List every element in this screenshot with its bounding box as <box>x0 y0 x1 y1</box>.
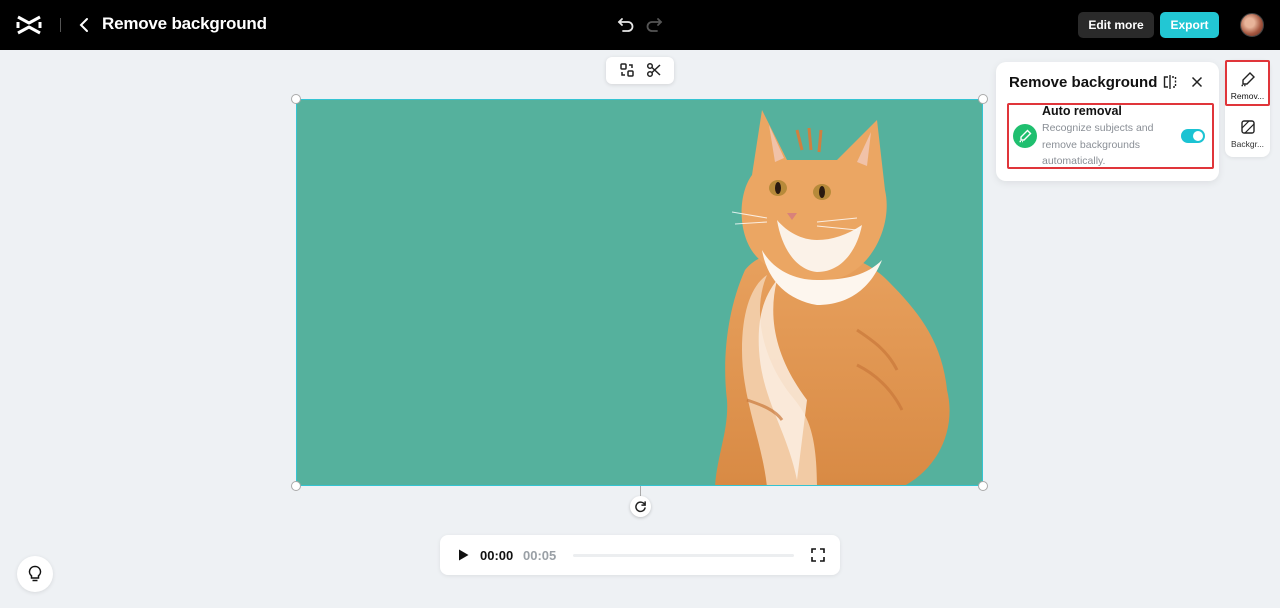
eraser-icon <box>1241 72 1255 87</box>
auto-removal-description: Recognize subjects and remove background… <box>1042 122 1154 167</box>
close-icon[interactable] <box>1189 74 1205 90</box>
undo-icon[interactable] <box>616 14 636 34</box>
rail-item-label: Remov... <box>1230 91 1265 101</box>
auto-removal-toggle[interactable] <box>1181 129 1205 143</box>
replace-icon[interactable] <box>619 62 635 78</box>
rotate-icon <box>635 501 646 513</box>
tips-button[interactable] <box>17 556 53 592</box>
auto-removal-title: Auto removal <box>1042 104 1122 118</box>
redo-icon[interactable] <box>644 14 664 34</box>
rail-item-label: Backgr... <box>1230 139 1265 149</box>
background-icon <box>1240 120 1255 134</box>
page-title: Remove background <box>102 14 267 33</box>
current-time: 00:00 <box>480 548 514 563</box>
avatar[interactable] <box>1240 13 1264 37</box>
playback-bar: 00:00 00:05 <box>440 535 840 575</box>
lightbulb-icon <box>28 565 42 582</box>
divider <box>60 18 61 32</box>
resize-handle-bottom-right[interactable] <box>978 481 988 491</box>
resize-handle-bottom-left[interactable] <box>291 481 301 491</box>
video-canvas[interactable] <box>296 99 983 486</box>
top-bar: Remove background Edit more Export <box>0 0 1280 50</box>
resize-handle-top-right[interactable] <box>978 94 988 104</box>
rail-item-background[interactable]: Backgr... <box>1225 110 1270 156</box>
progress-track[interactable] <box>573 554 794 557</box>
right-tool-rail: Remov... Backgr... <box>1225 60 1270 157</box>
compare-icon[interactable] <box>1162 74 1178 90</box>
play-icon[interactable] <box>456 548 470 562</box>
cat-subject-image <box>715 110 950 485</box>
scissors-icon[interactable] <box>646 62 662 78</box>
fullscreen-icon[interactable] <box>810 547 826 563</box>
edit-more-button[interactable]: Edit more <box>1078 12 1154 38</box>
export-button[interactable]: Export <box>1160 12 1219 38</box>
resize-handle-top-left[interactable] <box>291 94 301 104</box>
capcut-logo-icon[interactable] <box>16 13 42 37</box>
canvas-toolbar <box>606 57 674 84</box>
duration: 00:05 <box>523 548 557 563</box>
remove-background-panel: Remove background Auto removal Recognize… <box>996 62 1219 181</box>
rotate-handle[interactable] <box>630 496 651 517</box>
auto-removal-icon <box>1013 124 1037 148</box>
auto-removal-option[interactable]: Auto removal Recognize subjects and remo… <box>1007 103 1214 169</box>
rail-item-remove[interactable]: Remov... <box>1225 60 1270 106</box>
panel-title: Remove background <box>1009 74 1158 91</box>
back-chevron-icon[interactable] <box>76 15 94 35</box>
